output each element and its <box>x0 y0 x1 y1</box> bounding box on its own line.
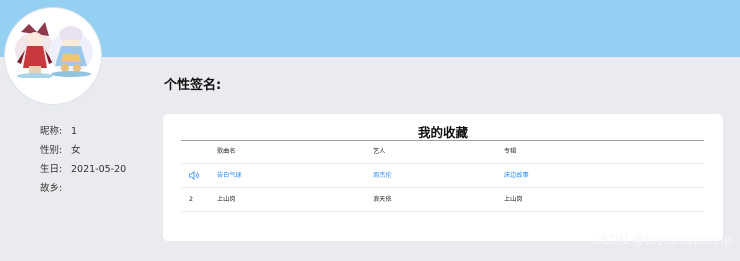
profile-birthday-row: 生日: 2021-05-20 <box>40 160 126 179</box>
birthday-label: 生日: <box>40 164 63 175</box>
watermark: CSDN @biyezuopinvip <box>592 233 732 247</box>
header-banner <box>0 0 740 57</box>
profile-nickname-row: 昵称: 1 <box>40 122 126 141</box>
album-name[interactable]: 床边故事 <box>504 164 529 187</box>
album-name[interactable]: 上山岗 <box>504 188 523 211</box>
column-header-song[interactable]: 歌曲名 <box>217 141 236 163</box>
song-name[interactable]: 告白气球 <box>217 164 242 187</box>
profile-info: 昵称: 1 性别: 女 生日: 2021-05-20 故乡: <box>40 122 126 198</box>
profile-hometown-row: 故乡: <box>40 179 126 198</box>
avatar-illustration <box>7 10 99 102</box>
column-header-artist[interactable]: 艺人 <box>373 141 385 163</box>
table-header-row: 歌曲名 艺人 专辑 <box>181 141 704 164</box>
artist-name[interactable]: 浪天依 <box>373 188 392 211</box>
favorites-table: 歌曲名 艺人 专辑 告白气球 周杰伦 床边故事 2 上山岗 浪天依 上山岗 <box>181 141 704 212</box>
table-row[interactable]: 告白气球 周杰伦 床边故事 <box>181 164 704 188</box>
column-header-album[interactable]: 专辑 <box>504 141 516 163</box>
hometown-label: 故乡: <box>40 183 63 194</box>
nickname-label: 昵称: <box>40 126 63 137</box>
avatar[interactable] <box>5 8 101 104</box>
song-name[interactable]: 上山岗 <box>217 188 236 211</box>
nickname-value: 1 <box>71 126 78 137</box>
gender-value: 女 <box>71 145 81 156</box>
signature-label: 个性签名: <box>164 78 222 93</box>
speaker-icon[interactable] <box>189 170 200 180</box>
row-index-cell[interactable] <box>189 164 200 187</box>
profile-gender-row: 性别: 女 <box>40 141 126 160</box>
birthday-value: 2021-05-20 <box>71 164 127 175</box>
artist-name[interactable]: 周杰伦 <box>373 164 392 187</box>
row-index: 2 <box>189 196 193 203</box>
favorites-title: 我的收藏 <box>417 125 468 140</box>
favorites-card: 我的收藏 歌曲名 艺人 专辑 告白气球 周杰伦 床边故事 2 上山岗 浪天依 上… <box>163 114 723 241</box>
table-row[interactable]: 2 上山岗 浪天依 上山岗 <box>181 188 704 212</box>
gender-label: 性别: <box>40 145 63 156</box>
